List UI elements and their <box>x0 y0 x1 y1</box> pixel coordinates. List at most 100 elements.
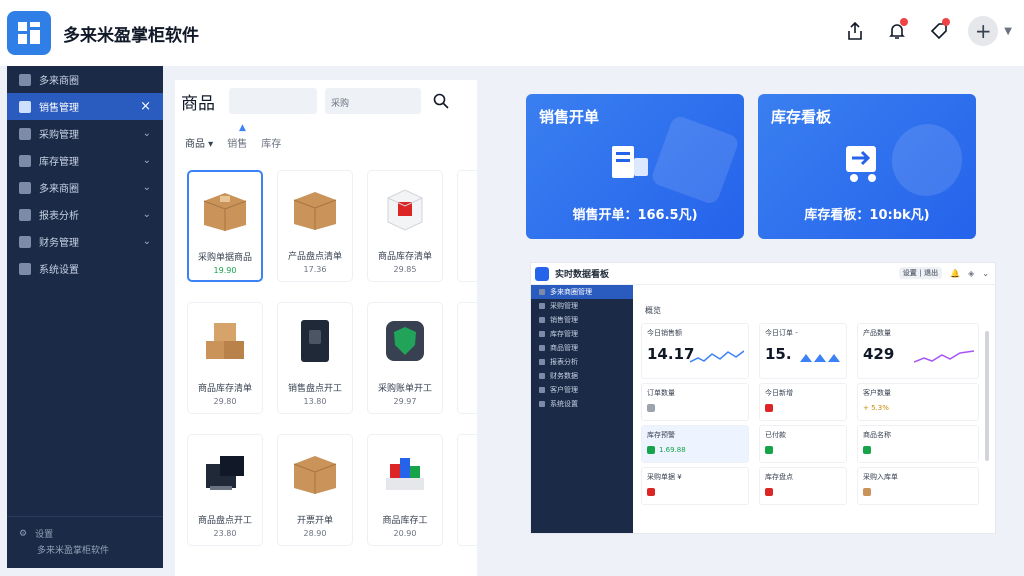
sidebar-item-search[interactable]: 多来商圈 <box>7 66 163 93</box>
menu-icon <box>539 289 545 295</box>
embed-row-label: 采购入库单 <box>863 473 898 481</box>
chevron-up-icon[interactable]: ▲ <box>239 123 246 133</box>
tab-products[interactable]: 商品 ▾ <box>185 135 213 150</box>
chevron-down-icon[interactable]: ⌄ <box>982 269 989 278</box>
sidebar-item-purchase[interactable]: 采购管理 ⌄ <box>7 120 163 147</box>
product-name: 商品库存清单 <box>377 252 432 262</box>
sidebar-item-label: 报表分析 <box>39 211 79 222</box>
embed-scrollbar[interactable] <box>985 331 989 461</box>
tag-icon[interactable] <box>926 16 952 46</box>
grid-logo-icon[interactable] <box>7 11 51 55</box>
search-input[interactable] <box>229 88 317 114</box>
sidebar-item-finance[interactable]: 财务管理 ⌄ <box>7 228 163 255</box>
product-card[interactable]: 开票开单 28.90 <box>277 434 353 546</box>
share-icon[interactable] <box>842 16 868 46</box>
sidebar-item-reports[interactable]: 报表分析 ⌄ <box>7 201 163 228</box>
shield-icon <box>377 313 433 369</box>
embed-sidebar-item[interactable]: 销售管理 <box>531 313 633 327</box>
product-card-partial[interactable] <box>457 302 477 414</box>
embed-sidebar-label: 客户管理 <box>550 386 578 394</box>
embedded-dashboard: 实时数据看板 设置 | 退出 🔔 ◈ ⌄ 多来商圈管理 采购管理 销售管理 库存… <box>530 262 996 534</box>
product-panel: 商品 采购 ▲ 商品 ▾ 销售 库存 采购单据商品 19.90 产品盘点清单 1… <box>175 80 477 576</box>
bell-icon[interactable] <box>884 16 910 46</box>
menu-icon <box>539 303 545 309</box>
tab-inventory[interactable]: 库存 <box>261 135 281 150</box>
kpi-inventory-board[interactable]: 库存看板 库存看板：10:bk凡) <box>758 94 976 239</box>
product-card[interactable]: 销售盘点开工 13.80 <box>277 302 353 414</box>
embed-sidebar-item[interactable]: 客户管理 <box>531 383 633 397</box>
sidebar-item-circle[interactable]: 多来商圈 ⌄ <box>7 174 163 201</box>
embed-sidebar-item[interactable]: 报表分析 <box>531 355 633 369</box>
embed-stat-card[interactable]: 今日订单 - 15. <box>759 323 847 379</box>
bell-icon[interactable]: 🔔 <box>950 269 960 278</box>
embed-row-label: 今日新增 <box>765 389 793 397</box>
cart-icon <box>19 127 31 140</box>
product-card[interactable]: 产品盘点清单 17.36 <box>277 170 353 282</box>
product-card-partial[interactable] <box>457 170 477 282</box>
embed-stat-card[interactable]: 今日销售额 14.17 <box>641 323 749 379</box>
embed-sidebar-item[interactable]: 库存管理 <box>531 327 633 341</box>
product-name: 销售盘点开工 <box>287 384 342 394</box>
embed-row-card[interactable]: 客户数量 + 5.3% <box>857 383 979 421</box>
embed-row-label: 库存盘点 <box>765 473 793 481</box>
product-card[interactable]: 商品库存清单 29.85 <box>367 170 443 282</box>
product-card[interactable]: 采购单据商品 19.90 <box>187 170 263 282</box>
embed-row-card[interactable]: 商品名称 <box>857 425 979 463</box>
cart-icon <box>19 154 31 167</box>
product-card[interactable]: 商品库存清单 29.80 <box>187 302 263 414</box>
sidebar-item-settings[interactable]: 系统设置 <box>7 255 163 282</box>
embed-row-card[interactable]: 采购单据 ¥ <box>641 467 749 505</box>
app-header: 多来米盈掌柜软件 + ▼ <box>0 0 1024 66</box>
embed-stat-card[interactable]: 产品数量 429 <box>857 323 979 379</box>
embed-sidebar-item[interactable]: 采购管理 <box>531 299 633 313</box>
embed-column: 今日销售额 14.17 订单数量 库存预警 1.69.88 采购单据 ¥ <box>641 323 749 505</box>
embed-column: 今日订单 - 15. 今日新增 已付款 库存盘点 <box>759 323 847 505</box>
embed-header-pill[interactable]: 设置 | 退出 <box>898 267 943 279</box>
embed-row-card[interactable]: 今日新增 <box>759 383 847 421</box>
embed-row-card[interactable]: 已付款 <box>759 425 847 463</box>
embed-row-card[interactable]: 采购入库单 <box>857 467 979 505</box>
close-icon[interactable]: × <box>140 99 151 114</box>
product-card[interactable]: 商品盘点开工 23.80 <box>187 434 263 546</box>
filter-tabs: 商品 ▾ 销售 库存 <box>185 135 281 150</box>
status-badge <box>765 446 773 454</box>
search-row: 商品 采购 <box>181 88 453 114</box>
chevron-down-icon: ⌄ <box>142 209 151 220</box>
menu-icon <box>539 345 545 351</box>
sidebar-item-label: 销售管理 <box>39 103 79 114</box>
product-price: 29.85 <box>393 265 417 274</box>
embed-sidebar: 多来商圈管理 采购管理 销售管理 库存管理 商品管理 报表分析 财务数据 客户管… <box>531 285 633 533</box>
embed-row-label: 库存预警 <box>647 431 675 439</box>
embed-sidebar-item[interactable]: 商品管理 <box>531 341 633 355</box>
kpi-sales-order[interactable]: 销售开单 销售开单：166.5凡) <box>526 94 744 239</box>
search-label: 商品 <box>181 93 215 114</box>
product-card[interactable]: 商品库存工 20.90 <box>367 434 443 546</box>
filter-input[interactable]: 采购 <box>325 88 421 114</box>
product-name: 商品盘点开工 <box>197 516 252 526</box>
product-card-partial[interactable] <box>457 434 477 546</box>
embed-row-label: 采购单据 ¥ <box>647 473 682 481</box>
embed-sidebar-label: 商品管理 <box>550 344 578 352</box>
footer-settings-label: 设置 <box>35 530 54 540</box>
product-price: 29.80 <box>213 397 237 406</box>
tag-icon[interactable]: ◈ <box>968 269 974 278</box>
embed-sidebar-item[interactable]: 系统设置 <box>531 397 633 411</box>
embed-row-card[interactable]: 库存预警 1.69.88 <box>641 425 749 463</box>
embed-row-value: + 5.3% <box>863 404 889 412</box>
embed-sidebar-item[interactable]: 财务数据 <box>531 369 633 383</box>
embed-sidebar-item[interactable]: 多来商圈管理 <box>531 285 633 299</box>
product-card[interactable]: 采购账单开工 29.97 <box>367 302 443 414</box>
chevron-down-icon[interactable]: ▼ <box>1004 26 1012 37</box>
sidebar-item-label: 库存管理 <box>39 157 79 168</box>
embed-row-card[interactable]: 订单数量 <box>641 383 749 421</box>
chart-icon <box>19 208 31 221</box>
sidebar-item-inventory[interactable]: 库存管理 ⌄ <box>7 147 163 174</box>
search-icon[interactable] <box>429 89 453 113</box>
sidebar-footer[interactable]: ⚙ 设置 多来米盈掌柜软件 <box>7 516 163 556</box>
sidebar-item-sales[interactable]: 销售管理 × <box>7 93 163 120</box>
plus-button[interactable]: + <box>968 16 999 46</box>
triangle-chart-icon <box>800 354 840 362</box>
tab-sales[interactable]: 销售 <box>227 135 247 150</box>
embed-row-card[interactable]: 库存盘点 <box>759 467 847 505</box>
colored-blocks-icon <box>377 445 433 501</box>
